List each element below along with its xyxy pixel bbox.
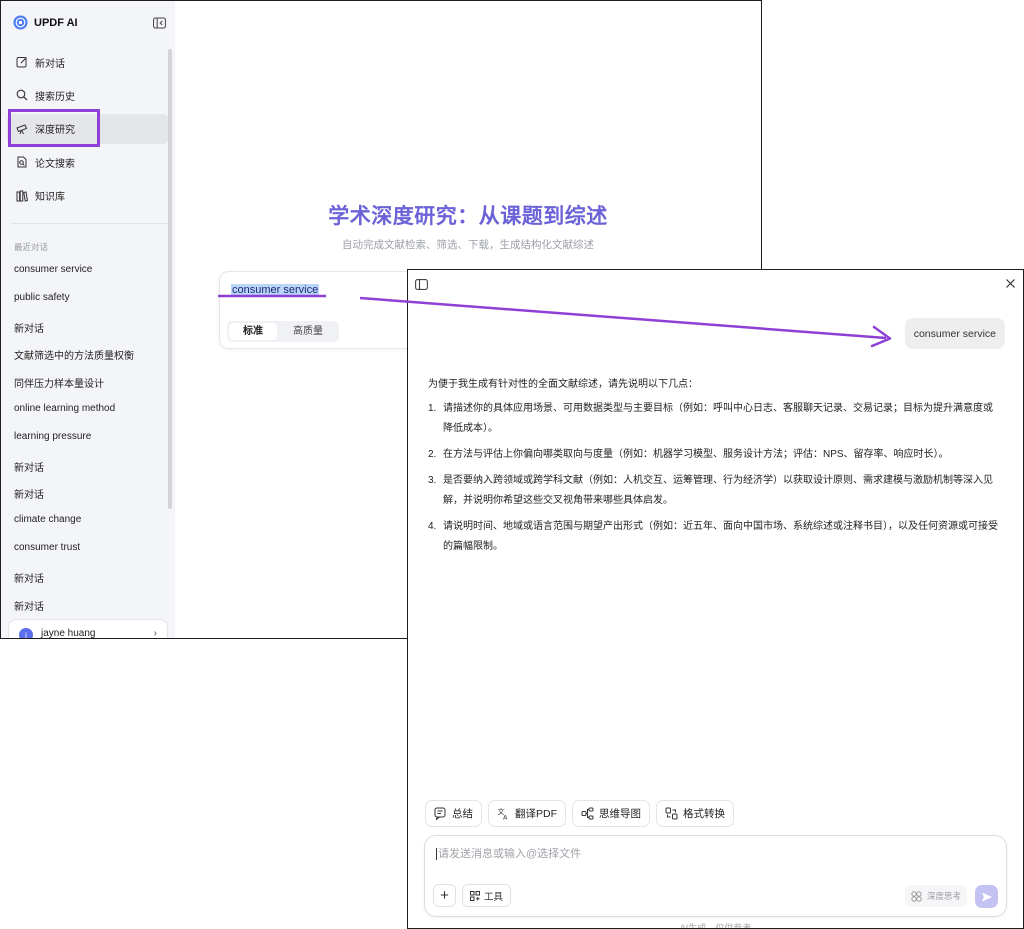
tools-button[interactable]: 工具	[462, 884, 512, 907]
mode-standard-button[interactable]: 标准	[229, 323, 277, 340]
reply-list-item: 3. 是否要纳入跨领域或跨学科文献（例如：人机交互、运筹管理、行为经济学）以获取设…	[428, 475, 993, 506]
books-icon	[16, 190, 28, 202]
svg-text:A: A	[503, 814, 508, 821]
recent-chat-item[interactable]: learning pressure	[14, 431, 164, 459]
edit-icon	[16, 57, 27, 68]
brand[interactable]: UPDF AI	[13, 15, 78, 30]
user-account-card[interactable]: j jayne huang ›	[8, 619, 168, 639]
nav-label: 知识库	[35, 192, 65, 204]
avatar: j	[19, 628, 33, 638]
translate-icon: 文A	[498, 807, 509, 821]
send-icon	[981, 892, 992, 901]
page-title: 学术深度研究：从课题到综述	[328, 205, 608, 228]
recent-chat-item[interactable]: 新对话	[14, 459, 164, 487]
chevron-right-icon: ›	[153, 628, 157, 639]
page-subtitle: 自动完成文献检索、筛选、下载，生成结构化文献综述	[342, 239, 594, 251]
quality-mode-selector: 标准 高质量	[227, 321, 339, 342]
reply-list-item: 2. 在方法与评估上你偏向哪类取向与度量（例如：机器学习模型、服务设计方法；评估：…	[428, 449, 949, 460]
summary-icon	[434, 807, 446, 820]
sidebar-scrollbar[interactable]	[168, 49, 172, 509]
search-icon	[16, 90, 28, 101]
recent-chat-item[interactable]: 同伴压力样本量设计	[14, 375, 164, 403]
sidebar: UPDF AI 新对话 搜索历史 深度研究 论文搜索 知识库 最近对话 cons…	[1, 1, 175, 638]
close-icon[interactable]	[1005, 278, 1016, 289]
annotation-highlight-box	[8, 109, 100, 147]
app-name: UPDF AI	[34, 16, 78, 29]
message-input[interactable]	[436, 848, 996, 860]
send-button[interactable]	[975, 885, 998, 908]
sidebar-divider	[11, 223, 167, 224]
reply-list-item: 1. 请描述你的具体应用场景、可用数据类型与主要目标（例如：呼叫中心日志、客服聊天…	[428, 403, 993, 434]
deep-think-icon	[911, 890, 922, 902]
reply-intro: 为便于我生成有针对性的全面文献综述，请先说明以下几点：	[428, 379, 698, 390]
recent-section-title: 最近对话	[14, 242, 49, 252]
recent-chat-item[interactable]: 新对话	[14, 486, 164, 514]
nav-paper-search[interactable]: 论文搜索	[7, 147, 169, 177]
plus-icon: +	[440, 887, 449, 904]
message-composer: + 工具 深度思考	[424, 835, 1007, 917]
deep-think-toggle[interactable]: 深度思考	[905, 885, 968, 907]
quick-tools: 总结 文A 翻译PDF 思维导图 格式转换	[425, 800, 734, 827]
updf-logo-icon	[13, 15, 28, 30]
recent-chat-item[interactable]: 新对话	[14, 320, 164, 348]
translate-pdf-button[interactable]: 文A 翻译PDF	[488, 800, 566, 827]
nav-label: 新对话	[35, 58, 65, 70]
user-message-bubble: consumer service	[904, 318, 1005, 349]
nav-label: 论文搜索	[35, 158, 75, 170]
reply-list: 1. 请描述你的具体应用场景、可用数据类型与主要目标（例如：呼叫中心日志、客服聊天…	[428, 399, 998, 557]
recent-chat-item[interactable]: climate change	[14, 514, 164, 542]
sidebar-toggle-icon[interactable]	[415, 279, 428, 290]
tools-grid-icon	[470, 890, 480, 901]
mode-high-quality-button[interactable]: 高质量	[279, 323, 337, 340]
collapse-sidebar-icon[interactable]	[153, 17, 166, 29]
add-attachment-button[interactable]: +	[433, 884, 456, 907]
paper-search-icon	[17, 156, 27, 168]
recent-chats-list: consumer service public safety 新对话 文献筛选中…	[14, 264, 164, 625]
ai-disclaimer: AI生成，仅供参考	[679, 923, 752, 929]
summary-button[interactable]: 总结	[425, 800, 482, 827]
recent-chat-item[interactable]: 文献筛选中的方法质量权衡	[14, 347, 164, 375]
reply-list-item: 4. 请说明时间、地域或语言范围与期望产出形式（例如：近五年、面向中国市场、系统综…	[428, 521, 998, 552]
assistant-reply: 为便于我生成有针对性的全面文献综述，请先说明以下几点： 1. 请描述你的具体应用场…	[428, 375, 998, 563]
nav-label: 搜索历史	[35, 91, 75, 103]
recent-chat-item[interactable]: public safety	[14, 292, 164, 320]
nav-search-history[interactable]: 搜索历史	[7, 80, 169, 110]
recent-chat-item[interactable]: consumer service	[14, 264, 164, 292]
nav-knowledge-base[interactable]: 知识库	[7, 181, 169, 211]
recent-chat-item[interactable]: 新对话	[14, 570, 164, 598]
research-query-input[interactable]: consumer service	[231, 284, 320, 296]
format-convert-button[interactable]: 格式转换	[656, 800, 734, 827]
recent-chat-item[interactable]: consumer trust	[14, 542, 164, 570]
mindmap-icon	[581, 807, 594, 820]
nav-new-chat[interactable]: 新对话	[7, 47, 169, 77]
mindmap-button[interactable]: 思维导图	[572, 800, 650, 827]
recent-chat-item[interactable]: online learning method	[14, 403, 164, 431]
chat-window: consumer service 为便于我生成有针对性的全面文献综述，请先说明以…	[407, 269, 1024, 929]
convert-icon	[665, 807, 678, 820]
user-name: jayne huang	[41, 628, 96, 639]
screenshot-stage: UPDF AI 新对话 搜索历史 深度研究 论文搜索 知识库 最近对话 cons…	[0, 0, 1024, 929]
